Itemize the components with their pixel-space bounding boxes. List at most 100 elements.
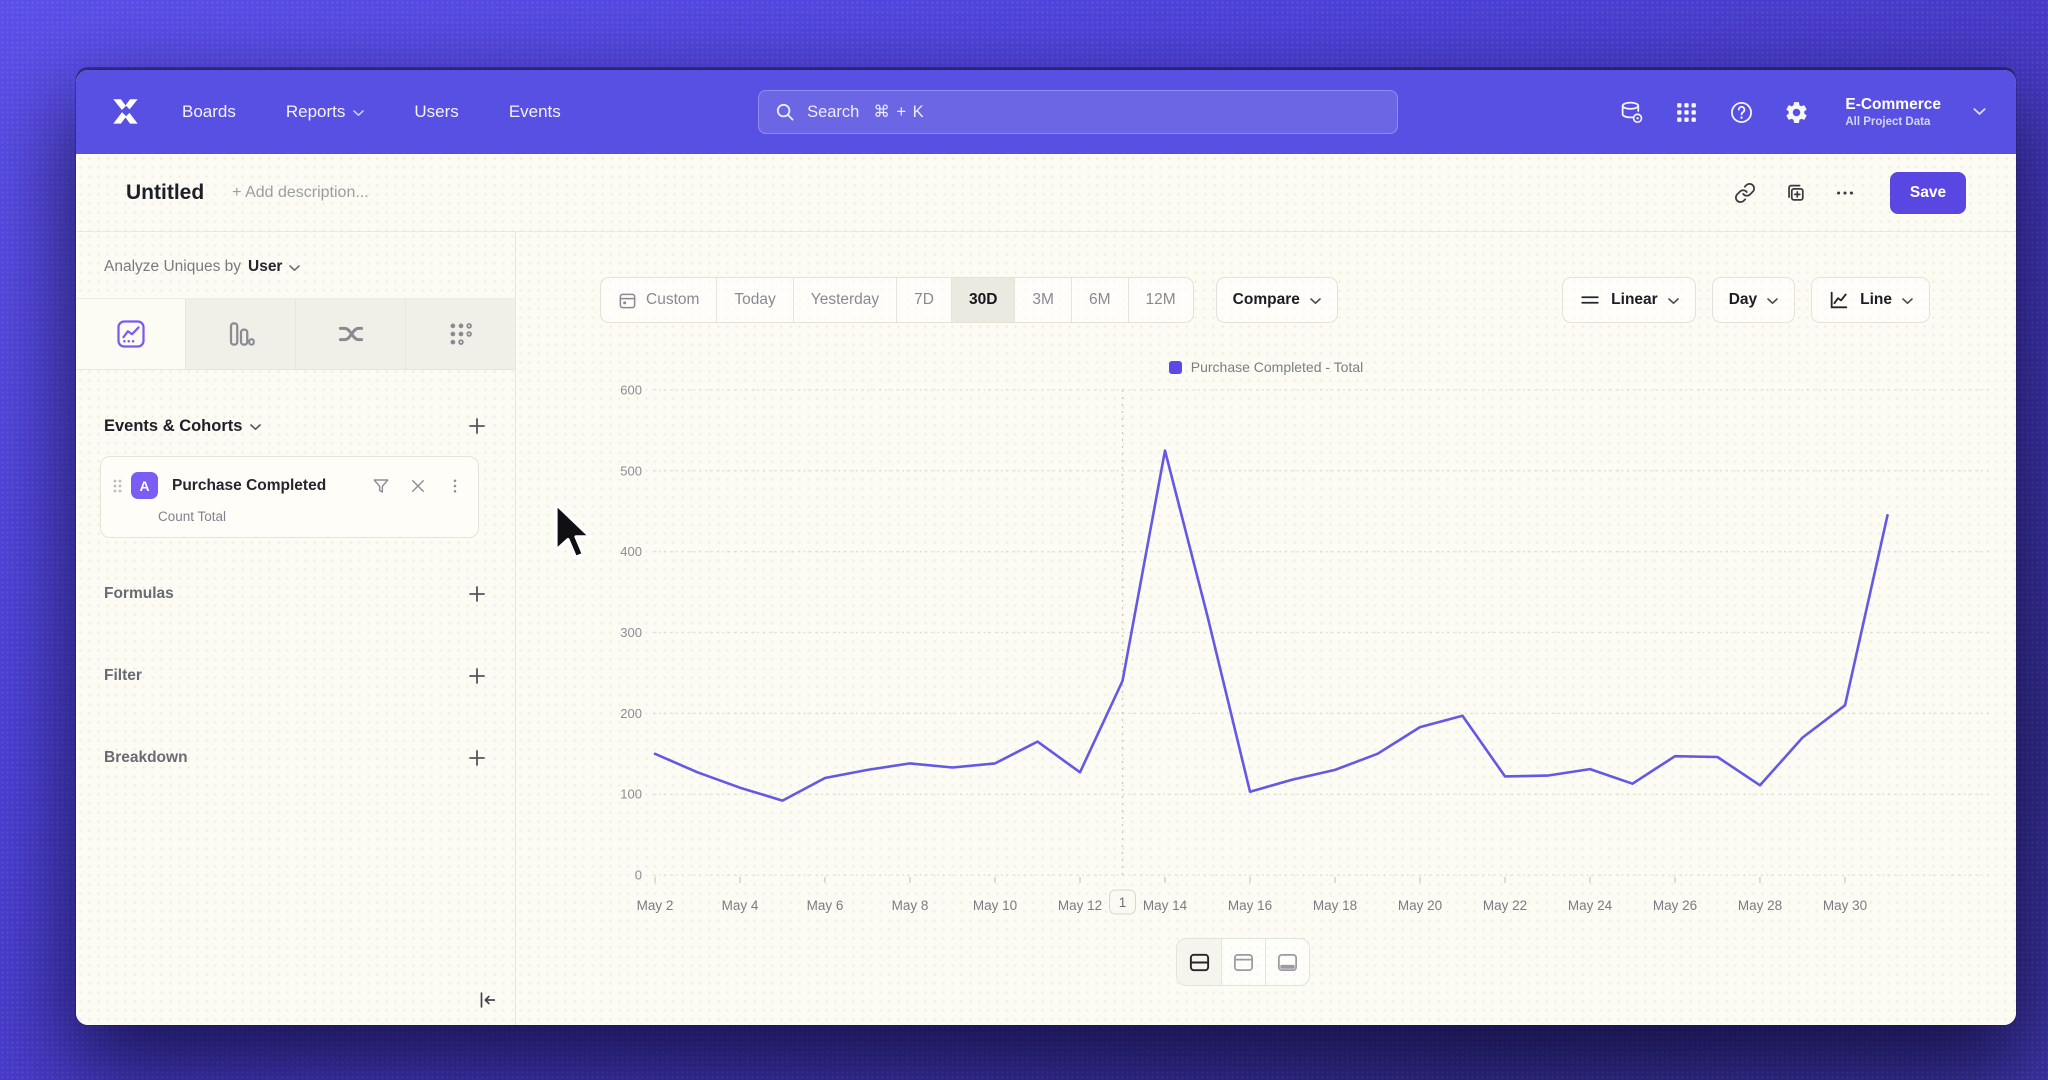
date-range-6m[interactable]: 6M — [1071, 278, 1128, 322]
data-management-icon[interactable] — [1619, 100, 1644, 125]
linear-dropdown-button[interactable]: Linear — [1562, 277, 1696, 323]
event-aggregation[interactable]: Count Total — [158, 509, 464, 524]
date-range-label: Custom — [646, 291, 699, 309]
tab-flows[interactable] — [295, 299, 405, 369]
x-tick-label: May 18 — [1313, 898, 1357, 913]
events-cohorts-toggle[interactable]: Events & Cohorts — [104, 417, 261, 436]
filter-funnel-icon[interactable] — [372, 477, 390, 495]
settings-gear-icon[interactable] — [1784, 100, 1809, 125]
layout-split-toggle[interactable] — [1177, 939, 1221, 985]
add-breakdown-button[interactable] — [467, 748, 487, 768]
series-line — [655, 451, 1888, 801]
tab-insights[interactable] — [76, 299, 185, 369]
analyze-prefix-label: Analyze Uniques by — [104, 258, 241, 276]
apps-grid-icon[interactable] — [1674, 100, 1699, 125]
tab-retention[interactable] — [405, 299, 515, 369]
nav-item-reports[interactable]: Reports — [286, 102, 365, 122]
add-formulas-button[interactable] — [467, 584, 487, 604]
event-name[interactable]: Purchase Completed — [172, 477, 372, 495]
app-window: Boards Reports Users Events Search ⌘ + K — [76, 70, 2016, 1025]
chart-controls: Custom TodayYesterday7D 30D 3M6M 12M Compare… — [600, 277, 1930, 323]
section-breakdown: Breakdown — [76, 748, 515, 768]
button-label: Day — [1729, 291, 1757, 309]
bar-chart-icon — [226, 319, 256, 349]
line-dropdown-button[interactable]: Line — [1811, 277, 1930, 323]
visualization-tabs — [76, 298, 515, 370]
chevron-down-icon — [353, 110, 364, 117]
date-range-7d[interactable]: 7D — [896, 278, 951, 322]
section-filter: Filter — [76, 666, 515, 686]
help-icon[interactable] — [1729, 100, 1754, 125]
save-button[interactable]: Save — [1890, 172, 1966, 214]
duplicate-icon[interactable] — [1784, 182, 1806, 204]
date-range-label: 30D — [969, 291, 997, 309]
project-name: E-Commerce — [1845, 96, 1941, 114]
compare-button[interactable]: Compare — [1216, 277, 1338, 323]
x-tick-label: May 10 — [973, 898, 1017, 913]
y-tick-label: 600 — [620, 383, 642, 398]
x-tick-label: May 16 — [1228, 898, 1272, 913]
compare-label: Compare — [1233, 291, 1300, 309]
event-card[interactable]: A Purchase Completed — [100, 456, 479, 538]
line-chart-icon — [1828, 289, 1850, 311]
collapse-sidebar-button[interactable] — [475, 989, 499, 1013]
date-range-30d[interactable]: 30D — [951, 278, 1014, 322]
analyze-uniques-row: Analyze Uniques by User — [76, 232, 515, 290]
line-chart: 0100200300400500600May 2May 4May 6May 8M… — [560, 378, 2000, 931]
report-title[interactable]: Untitled — [126, 181, 204, 205]
event-series-badge[interactable]: A — [131, 472, 158, 499]
x-tick-label: May 12 — [1058, 898, 1102, 913]
date-range-custom[interactable]: Custom — [601, 278, 716, 322]
search-shortcut: ⌘ + K — [873, 102, 924, 122]
y-tick-label: 100 — [620, 787, 642, 802]
chart-canvas: 0100200300400500600May 2May 4May 6May 8M… — [560, 378, 2000, 926]
query-sidebar: Analyze Uniques by User — [76, 232, 516, 1025]
nav-item-boards[interactable]: Boards — [182, 102, 236, 122]
add-event-button[interactable] — [467, 416, 487, 436]
report-actions: Save — [1734, 172, 1966, 214]
more-options-icon[interactable] — [1834, 182, 1856, 204]
date-range-label: 12M — [1146, 291, 1176, 309]
body: Analyze Uniques by User — [76, 232, 2016, 1025]
mixpanel-logo-icon[interactable] — [106, 92, 146, 132]
nav-item-users[interactable]: Users — [414, 102, 458, 122]
date-range-today[interactable]: Today — [716, 278, 792, 322]
top-bar-view-icon — [1232, 951, 1255, 974]
x-tick-label: May 28 — [1738, 898, 1782, 913]
section-label: Filter — [104, 667, 142, 685]
section-label: Breakdown — [104, 749, 188, 767]
search-input[interactable]: Search ⌘ + K — [758, 90, 1398, 134]
add-filter-button[interactable] — [467, 666, 487, 686]
linear-scale-icon — [1579, 289, 1601, 311]
flows-icon — [336, 319, 366, 349]
events-cohorts-header: Events & Cohorts — [104, 416, 487, 436]
section-formulas: Formulas — [76, 584, 515, 604]
search-icon — [775, 102, 795, 122]
x-tick-label: May 22 — [1483, 898, 1527, 913]
event-menu-icon[interactable] — [446, 477, 464, 495]
date-range-yesterday[interactable]: Yesterday — [793, 278, 896, 322]
date-range-12m[interactable]: 12M — [1128, 278, 1193, 322]
x-tick-label: May 4 — [722, 898, 759, 913]
y-tick-label: 400 — [620, 544, 642, 559]
layout-top-toggle[interactable] — [1221, 939, 1265, 985]
drag-handle-icon[interactable] — [111, 476, 125, 496]
date-range-3m[interactable]: 3M — [1014, 278, 1071, 322]
chevron-down-icon — [1973, 108, 1986, 116]
remove-event-icon[interactable] — [409, 477, 427, 495]
tab-bar-charts[interactable] — [185, 299, 295, 369]
report-header: Untitled + Add description... Save — [76, 154, 2016, 232]
nav-item-events[interactable]: Events — [509, 102, 561, 122]
page-background: Boards Reports Users Events Search ⌘ + K — [0, 0, 2048, 1080]
layout-bottom-toggle[interactable] — [1265, 939, 1309, 985]
day-dropdown-button[interactable]: Day — [1712, 277, 1795, 323]
add-description[interactable]: + Add description... — [232, 184, 369, 202]
nav-item-label: Events — [509, 102, 561, 122]
annotation-badge-label: 1 — [1119, 895, 1127, 910]
copy-link-icon[interactable] — [1734, 182, 1756, 204]
analyze-value-dropdown[interactable]: User — [248, 258, 282, 276]
project-switcher[interactable]: E-Commerce All Project Data — [1845, 96, 1941, 128]
chevron-down-icon — [250, 424, 261, 431]
nav-item-label: Boards — [182, 102, 236, 122]
chevron-down-icon — [1310, 298, 1321, 305]
